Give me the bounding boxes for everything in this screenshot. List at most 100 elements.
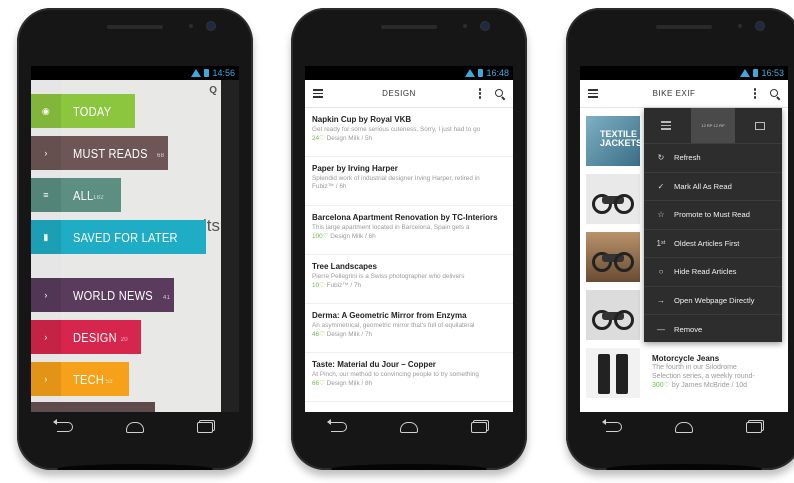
thumbnail-jeans[interactable] (586, 348, 640, 398)
article-title: Paper by Irving Harper (312, 164, 398, 173)
android-nav-bar (305, 412, 513, 442)
article-title: Taste: Material du Jour – Copper (312, 360, 436, 369)
drawer-item-count: 68 (157, 153, 165, 159)
drawer-item-label: SAVED FOR LATER (73, 229, 178, 245)
overflow-menu-item[interactable]: 1ˢᵗ Oldest Articles First (644, 230, 782, 258)
status-time: 14:56 (212, 68, 235, 78)
search-icon[interactable] (770, 88, 780, 99)
drawer-item-partial[interactable] (31, 402, 155, 412)
overflow-menu-item[interactable]: ↻ Refresh (644, 144, 782, 173)
recent-apps-icon[interactable] (470, 421, 487, 433)
drawer-item-count: 182 (93, 195, 104, 201)
article-title: Derma: A Geometric Mirror from Enzyma (312, 311, 467, 320)
drawer-item[interactable]: ◉ TODAY (31, 94, 135, 128)
article-source: Design Milk / 8h (326, 380, 373, 387)
drawer-item-label: ALL (73, 187, 94, 203)
drawer-item-label: TODAY (73, 103, 112, 119)
article-item[interactable]: Paper by Irving Harper Splendid work of i… (305, 157, 513, 206)
card-view-icon[interactable] (737, 108, 782, 143)
article-item[interactable]: Tree Landscapes Pierre Pellegrini is a Sw… (305, 255, 513, 304)
article-title: Tree Landscapes (312, 262, 377, 271)
article-item[interactable]: Derma: A Geometric Mirror from Enzyma An … (305, 304, 513, 353)
drawer-item-count: 20 (120, 337, 128, 343)
drawer-item[interactable]: › DESIGN 20 (31, 320, 141, 354)
article-source: Design Milk / 6h (330, 233, 376, 240)
article-item[interactable]: Taste: Material du Jour – Copper At Pinch… (305, 353, 513, 402)
battery-icon (204, 69, 210, 77)
eye-icon: ◉ (31, 94, 61, 128)
android-nav-bar (31, 412, 239, 442)
arrow-right-icon: → (657, 295, 665, 305)
overflow-menu-item[interactable]: — Remove (644, 315, 782, 344)
menu-icon[interactable] (588, 89, 598, 98)
sensor (189, 24, 193, 28)
thumbnail-motorcycle[interactable] (586, 290, 640, 340)
overflow-menu-item-label: Hide Read Articles (674, 267, 737, 277)
article-list: Napkin Cup by Royal VKB Get ready for som… (305, 108, 513, 402)
status-bar: 14:56 (31, 66, 239, 80)
drawer-item[interactable]: › WORLD NEWS 41 (31, 278, 174, 312)
thumbnail-motorcycle[interactable] (586, 232, 640, 282)
battery-icon (478, 69, 484, 77)
thumbnail-textile-jackets[interactable]: TEXTILE JACKETS (586, 116, 640, 166)
page-title: DESIGN (382, 89, 416, 98)
drawer-item[interactable]: › MUST READS 68 (31, 136, 168, 170)
article-meta: 10♡ Fubiz™ / 7h (312, 281, 506, 289)
thumbnail-column: TEXTILE JACKETS (586, 116, 640, 406)
list-item-source: by James McBride / 10d (671, 382, 748, 389)
status-bar: 16:48 (305, 66, 513, 80)
list-item[interactable]: Motorcycle Jeans The fourth in our Silod… (652, 354, 784, 389)
search-icon[interactable]: Q (209, 85, 217, 96)
drawer-item-count: 53 (105, 379, 113, 385)
menu-icon[interactable] (313, 89, 323, 98)
overflow-menu-item[interactable]: → Open Webpage Directly (644, 287, 782, 315)
thumbnail-motorcycle[interactable] (586, 174, 640, 224)
overflow-menu-item-label: Oldest Articles First (674, 238, 740, 248)
article-item[interactable]: Napkin Cup by Royal VKB Get ready for som… (305, 108, 513, 157)
recent-apps-icon[interactable] (745, 421, 762, 433)
overflow-menu-item-label: Refresh (674, 153, 701, 163)
earpiece (656, 25, 712, 29)
like-count: 300♡ (652, 382, 670, 389)
overflow-menu-icon[interactable] (750, 88, 760, 99)
star-icon: ☆ (657, 210, 665, 220)
article-snippet: Splendid work of industrial designer Irv… (312, 175, 480, 182)
like-count: 24♡ (312, 135, 325, 142)
overflow-menu-item[interactable]: ☆ Promote to Must Read (644, 201, 782, 230)
article-meta: 24♡ Design Milk / 5h (312, 134, 506, 142)
article-snippet: Get ready for some serious cuteness. Sor… (312, 126, 481, 133)
magazine-view-icon[interactable]: 12 RP 12 RP (690, 108, 736, 143)
search-icon[interactable] (495, 88, 505, 99)
overflow-menu: 12 RP 12 RP ↻ Refresh ✓ Mark All As Read ☆ Pr… (644, 108, 782, 342)
overflow-menu-item[interactable]: ○ Hide Read Articles (644, 258, 782, 287)
drawer-item[interactable]: ≡ ALL 182 (31, 178, 121, 212)
app-bar: DESIGN (305, 80, 513, 108)
home-icon[interactable] (125, 421, 144, 433)
phone-3: 16:53 BIKE EXIF TEXTILE JACKETS Motorcyc… (566, 8, 794, 470)
recent-apps-icon[interactable] (196, 421, 213, 433)
phone-1: 14:56 Q its ◉ TODAY › MUST READS 68 ≡ ALL 182 ▮ S… (17, 8, 253, 470)
back-icon[interactable] (602, 419, 623, 432)
back-icon[interactable] (327, 419, 348, 432)
screen: 16:48 DESIGN Napkin Cup by Royal VKB Get … (305, 66, 513, 412)
article-snippet: This large apartment located in Barcelon… (312, 224, 470, 231)
front-camera (481, 22, 489, 30)
status-bar: 16:53 (580, 66, 788, 80)
overflow-menu-icon[interactable] (475, 88, 485, 99)
home-icon[interactable] (399, 421, 418, 433)
home-icon[interactable] (674, 421, 693, 433)
drawer-item[interactable]: › TECH 53 (31, 362, 129, 396)
overflow-menu-item-label: Mark All As Read (674, 181, 732, 191)
drawer-item[interactable]: ▮ SAVED FOR LATER (31, 220, 206, 254)
drawer-item-count: 41 (163, 295, 171, 301)
page-title: BIKE EXIF (652, 89, 696, 98)
front-camera (756, 22, 764, 30)
check-icon: ✓ (657, 181, 665, 191)
chevron-right-icon: › (31, 136, 61, 170)
view-mode-selector: 12 RP 12 RP (644, 108, 782, 144)
title-view-icon[interactable] (644, 108, 689, 143)
back-icon[interactable] (53, 419, 74, 432)
article-item[interactable]: Barcelona Apartment Renovation by TC-Int… (305, 206, 513, 255)
wifi-icon (191, 69, 202, 77)
overflow-menu-item[interactable]: ✓ Mark All As Read (644, 173, 782, 201)
